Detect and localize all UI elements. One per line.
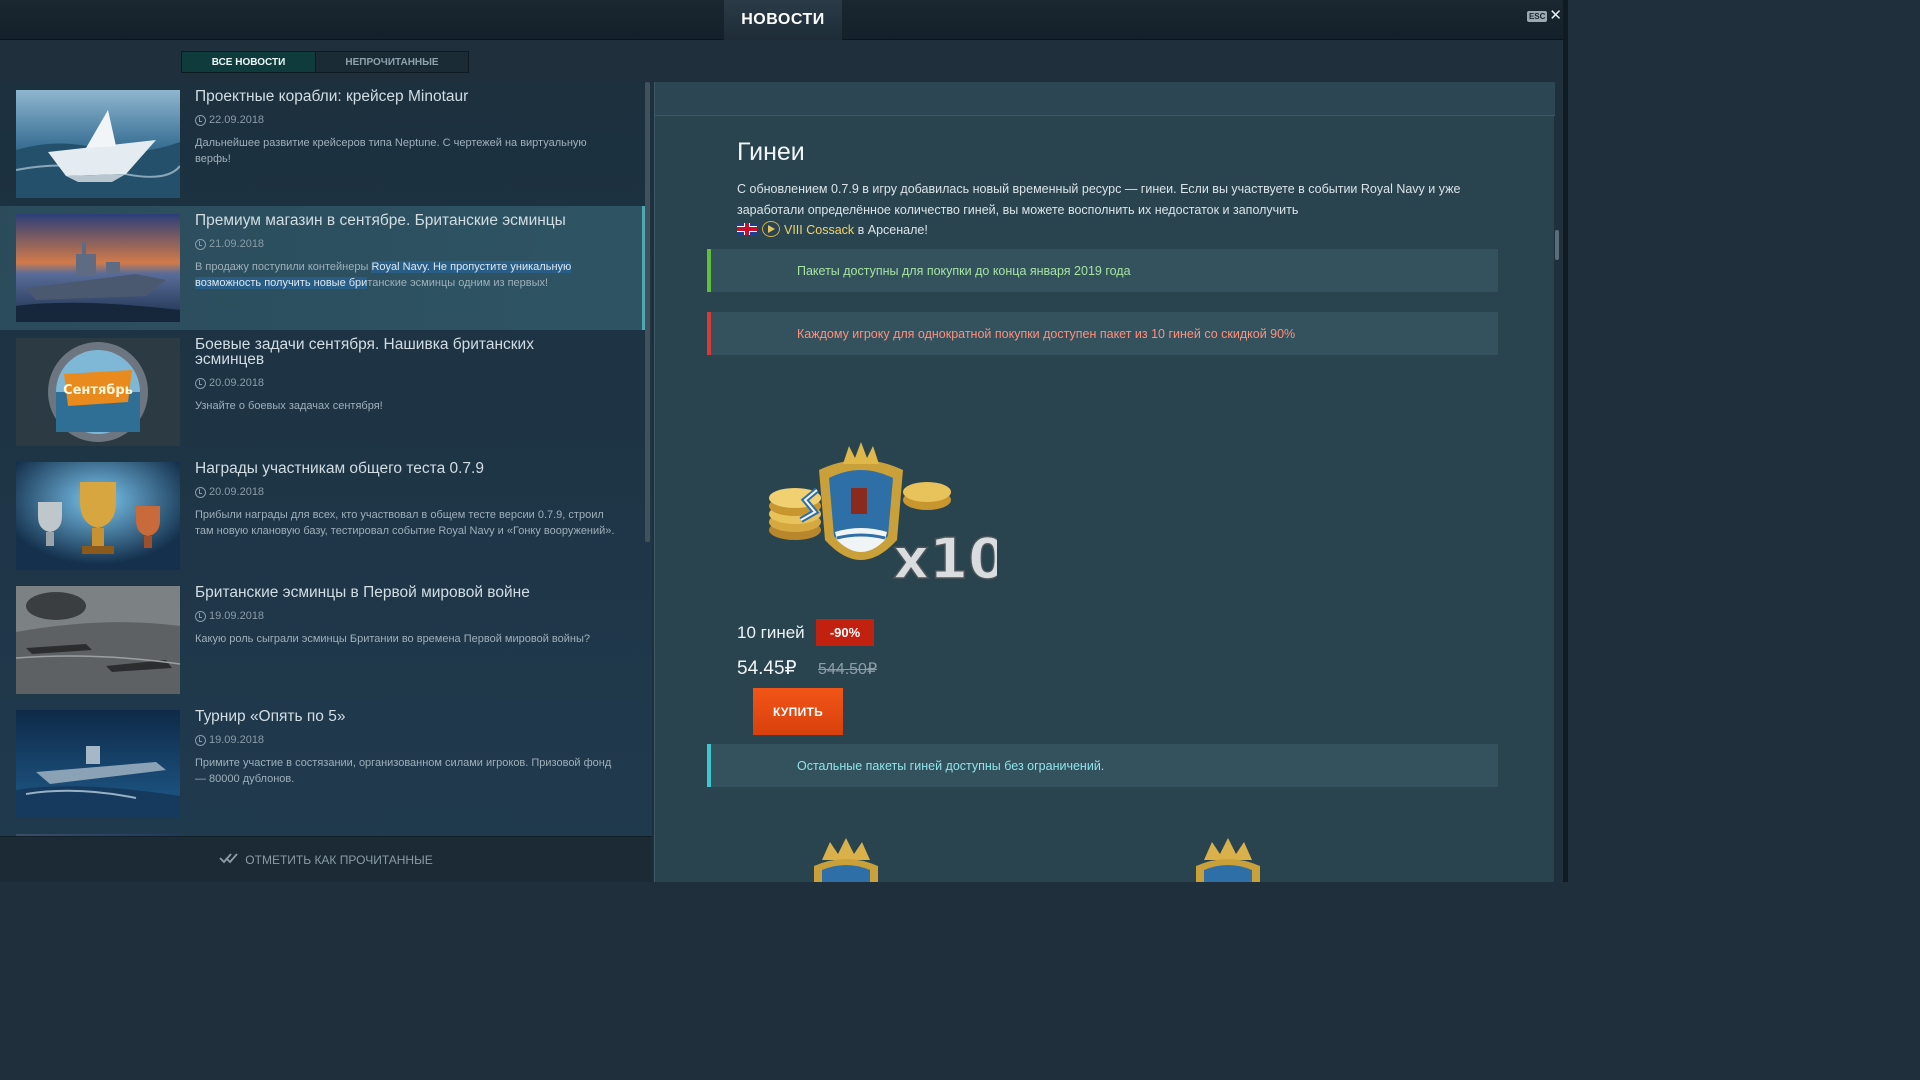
news-list-item[interactable]: Британские эсминцы в Первой мировой войн… — [0, 578, 645, 702]
news-title: Британские эсминцы в Первой мировой войн… — [195, 584, 530, 601]
news-date-text: 20.09.2018 — [209, 486, 265, 498]
news-thumbnail-destroyer — [16, 214, 180, 322]
news-description: Примите участие в состязании, организова… — [195, 757, 612, 785]
article-title: Гинеи — [737, 138, 805, 166]
notice-one-time-offer: Каждому игроку для однократной покупки д… — [707, 312, 1498, 355]
top-bar: НОВОСТИ ESC ✕ — [0, 0, 1568, 40]
close-control[interactable]: ESC ✕ — [1526, 8, 1562, 23]
news-description: В продажу поступили контейнеры Royal Nav… — [195, 260, 615, 291]
product-name: 10 гиней — [737, 623, 805, 642]
news-list-item[interactable] — [0, 826, 645, 836]
article-header-strip — [655, 82, 1555, 116]
news-date: 20.09.2018 — [195, 377, 264, 389]
news-description: Какую роль сыграли эсминцы Британии во в… — [195, 633, 590, 645]
news-thumbnail-trophies — [16, 462, 180, 570]
clock-icon — [195, 377, 206, 389]
news-title: Боевые задачи сентября. Нашивка британск… — [195, 336, 534, 368]
news-date-text: 22.09.2018 — [209, 114, 265, 126]
news-title: Награды участникам общего теста 0.7.9 — [195, 460, 484, 477]
esc-key-badge: ESC — [1526, 10, 1548, 22]
clock-icon — [195, 734, 206, 746]
guineas-bundle-image: x10 — [757, 440, 1008, 600]
discount-badge: -90% — [816, 619, 874, 646]
news-date: 19.09.2018 — [195, 734, 264, 746]
guineas-bundle-image — [1182, 838, 1272, 882]
destroyer-class-icon — [762, 221, 780, 237]
window-edge — [1563, 0, 1568, 882]
mark-all-read-label: ОТМЕТИТЬ КАК ПРОЧИТАННЫЕ — [245, 852, 433, 867]
thumbnail-caption: Сентябрь — [63, 383, 133, 398]
news-title: Проектные корабли: крейсер Minotaur — [195, 88, 469, 105]
uk-flag-icon — [737, 223, 757, 235]
page-title: НОВОСТИ — [724, 0, 842, 40]
news-list-item[interactable]: Сентябрь Боевые задачи сентября. Нашивка… — [0, 330, 645, 454]
price-original: 544.50₽ — [818, 661, 878, 678]
news-list-item-selected[interactable]: Премиум магазин в сентябре. Британские э… — [0, 206, 645, 330]
notice-other-bundles: Остальные пакеты гиней доступны без огра… — [707, 744, 1498, 787]
news-thumbnail-porthole: Сентябрь — [16, 338, 180, 446]
news-list-item[interactable]: Проектные корабли: крейсер Minotaur 22.0… — [0, 82, 645, 206]
bundle-quantity-text: x10 — [893, 527, 997, 592]
buy-button[interactable]: КУПИТЬ — [753, 688, 843, 735]
close-icon[interactable]: ✕ — [1549, 8, 1562, 23]
news-date-text: 19.09.2018 — [209, 610, 265, 622]
article-text: в Арсенале! — [854, 223, 928, 237]
news-filter-tabs: ВСЕ НОВОСТИ НЕПРОЧИТАННЫЕ — [181, 51, 469, 73]
tab-all-news[interactable]: ВСЕ НОВОСТИ — [182, 52, 316, 72]
clock-icon — [195, 610, 206, 622]
news-date: 22.09.2018 — [195, 114, 264, 126]
news-list-scrollbar[interactable] — [645, 82, 650, 542]
price-current: 54.45₽ — [737, 658, 797, 679]
news-date-text: 20.09.2018 — [209, 377, 265, 389]
double-check-icon — [219, 852, 239, 867]
clock-icon — [195, 114, 206, 126]
clock-icon — [195, 486, 206, 498]
article-scrollbar[interactable] — [1555, 230, 1559, 260]
guineas-bundle-image — [800, 838, 890, 882]
news-description-text: В продажу поступили контейнеры — [195, 261, 372, 273]
news-title: Турнир «Опять по 5» — [195, 708, 346, 725]
news-description: Дальнейшее развитие крейсеров типа Neptu… — [195, 137, 587, 165]
tab-unread[interactable]: НЕПРОЧИТАННЫЕ — [316, 52, 468, 72]
news-description: Узнайте о боевых задачах сентября! — [195, 400, 383, 412]
notice-availability: Пакеты доступны для покупки до конца янв… — [707, 249, 1498, 292]
news-date: 21.09.2018 — [195, 238, 264, 250]
news-thumbnail-tournament — [16, 710, 180, 818]
news-list-item[interactable]: Награды участникам общего теста 0.7.9 20… — [0, 454, 645, 578]
article-text: С обновлением 0.7.9 в игру добавилась но… — [737, 182, 1461, 217]
news-thumbnail-paper-ship — [16, 90, 180, 198]
ship-link[interactable]: VIII Cossack — [784, 223, 854, 237]
news-date-text: 21.09.2018 — [209, 238, 265, 250]
mark-all-read-button[interactable]: ОТМЕТИТЬ КАК ПРОЧИТАННЫЕ — [0, 836, 652, 882]
news-date-text: 19.09.2018 — [209, 734, 265, 746]
clock-icon — [195, 238, 206, 250]
article-body: С обновлением 0.7.9 в игру добавилась но… — [737, 179, 1477, 241]
news-description: Прибыли награды для всех, кто участвовал… — [195, 509, 615, 537]
news-description-text: танские эсминцы одним из первых! — [367, 276, 549, 289]
news-date: 19.09.2018 — [195, 610, 264, 622]
news-list: Проектные корабли: крейсер Minotaur 22.0… — [0, 82, 652, 836]
news-title: Премиум магазин в сентябре. Британские э… — [195, 212, 566, 229]
news-list-item[interactable]: Турнир «Опять по 5» 19.09.2018 Примите у… — [0, 702, 645, 826]
news-date: 20.09.2018 — [195, 486, 264, 498]
news-thumbnail-wwi-destroyers — [16, 586, 180, 694]
